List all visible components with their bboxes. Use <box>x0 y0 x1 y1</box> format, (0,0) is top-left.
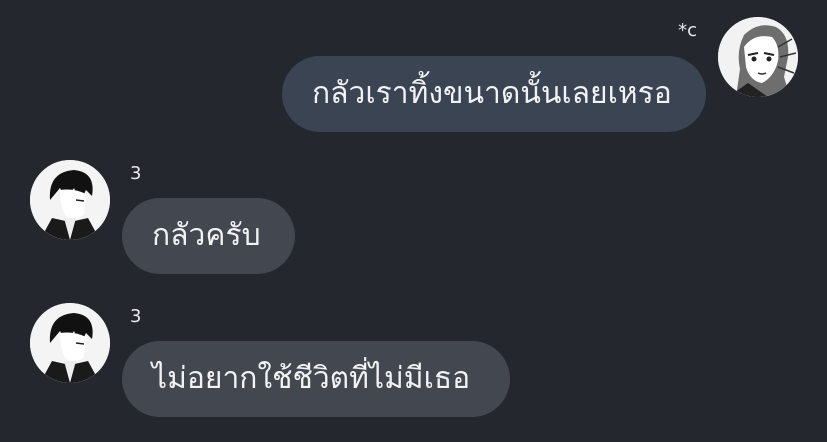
message-bubble[interactable]: กลัวครับ <box>122 198 295 274</box>
avatar-redhead-icon[interactable] <box>718 17 798 97</box>
chat-conversation: *c กลัวเราทิ้งขนาดนั้นเลยเหรอ 3 กลัวครับ… <box>0 0 827 442</box>
message-text: กลัวเราทิ้งขนาดนั้นเลยเหรอ <box>312 76 672 111</box>
sender-name: 3 <box>130 163 142 184</box>
message-bubble[interactable]: ไม่อยากใช้ชีวิตที่ไม่มีเธอ <box>122 341 510 417</box>
message-bubble[interactable]: กลัวเราทิ้งขนาดนั้นเลยเหรอ <box>282 56 706 132</box>
sender-name: *c <box>678 20 697 41</box>
message-text: กลัวครับ <box>152 218 261 253</box>
avatar-darkhair-icon[interactable] <box>30 160 110 240</box>
avatar-darkhair-icon[interactable] <box>30 303 110 383</box>
sender-name: 3 <box>130 306 142 327</box>
message-text: ไม่อยากใช้ชีวิตที่ไม่มีเธอ <box>152 361 471 396</box>
